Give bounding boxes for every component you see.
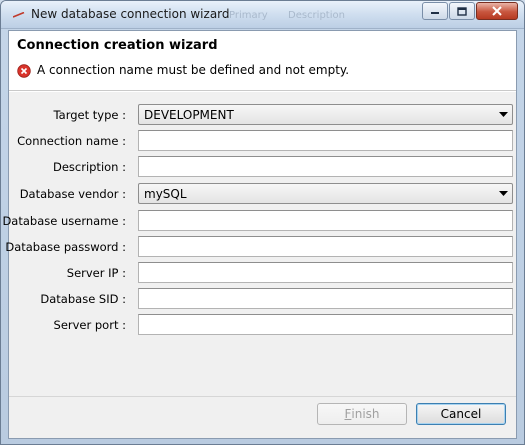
connection-name-input[interactable] [139,131,512,150]
wizard-app-icon [13,12,25,18]
database-password-input[interactable] [139,237,512,256]
server-port-input[interactable] [139,315,512,334]
row-database-username: Database username : [2,210,516,232]
database-username-input[interactable] [139,211,512,230]
row-server-port: Server port : [9,314,516,336]
database-username-label: Database username : [2,214,126,228]
maximize-icon [457,6,467,16]
description-input[interactable] [139,157,512,176]
window-controls [422,2,518,20]
title-bar[interactable]: New database connection wizard Primary D… [1,1,524,29]
database-password-label: Database password : [5,240,126,254]
row-description: Description : [9,156,516,178]
wizard-body: Connection creation wizard A connection … [2,30,517,439]
server-ip-input[interactable] [139,263,512,282]
close-button[interactable] [476,2,518,20]
finish-button[interactable]: Finish [317,403,407,425]
target-type-label: Target type : [53,108,126,122]
target-type-select[interactable]: DEVELOPMENT [138,104,513,125]
target-type-value: DEVELOPMENT [144,108,234,122]
chevron-down-icon [499,191,508,196]
description-label: Description : [52,160,126,174]
database-vendor-select[interactable]: mySQL [138,183,513,204]
ghost-title-primary: Primary [229,10,268,21]
minimize-icon [431,12,439,14]
error-message: A connection name must be defined and no… [37,63,350,77]
button-bar: Finish Cancel [9,396,516,438]
connection-name-label: Connection name : [17,134,126,148]
window-title: New database connection wizard [31,7,230,21]
server-port-label: Server port : [53,318,126,332]
row-database-sid: Database SID : [9,288,516,310]
row-target-type: Target type : DEVELOPMENT [9,104,516,126]
row-database-vendor: Database vendor : mySQL [9,183,516,205]
database-vendor-value: mySQL [144,187,187,201]
minimize-button[interactable] [422,2,448,20]
cancel-button[interactable]: Cancel [416,403,506,425]
wizard-title: Connection creation wizard [17,38,218,53]
database-sid-input[interactable] [139,289,512,308]
maximize-button[interactable] [449,2,475,20]
server-ip-label: Server IP : [66,266,126,280]
finish-label-rest: inish [351,407,380,421]
close-icon [492,6,502,16]
row-database-password: Database password : [5,236,516,258]
ghost-title-description: Description [288,10,345,21]
error-circle-icon [17,64,31,78]
database-sid-label: Database SID : [40,292,126,306]
wizard-window: New database connection wizard Primary D… [0,0,525,445]
finish-mnemonic: F [344,407,352,421]
connection-form: Target type : DEVELOPMENT Connection nam… [2,92,516,396]
row-connection-name: Connection name : [9,130,516,152]
chevron-down-icon [499,112,508,117]
row-server-ip: Server IP : [9,262,516,284]
wizard-header: Connection creation wizard A connection … [9,31,516,91]
database-vendor-label: Database vendor : [19,187,126,201]
